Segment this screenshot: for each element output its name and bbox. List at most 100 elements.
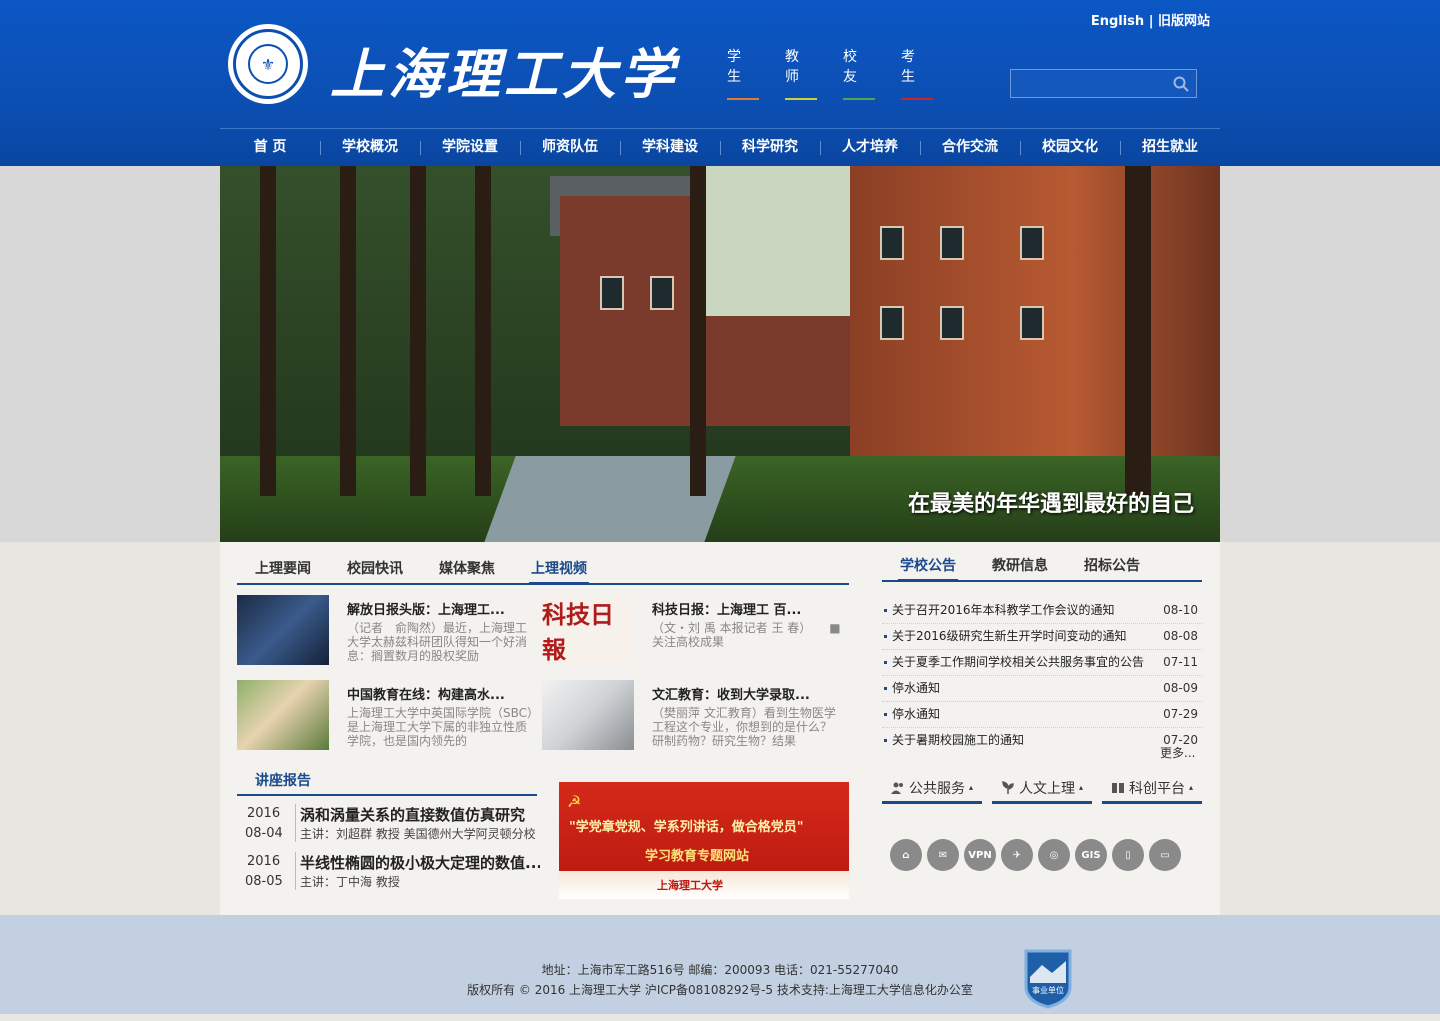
bullet-icon xyxy=(884,687,887,690)
bird-icon[interactable]: ✈ xyxy=(1001,839,1033,871)
notice-title[interactable]: 关于夏季工作期间学校相关公共服务事宜的公告 xyxy=(892,650,1144,675)
university-seal-logo[interactable]: ⚜ xyxy=(228,24,308,104)
phone-icon[interactable]: ▯ xyxy=(1112,839,1144,871)
news-card[interactable]: 科技日報 科技日报：上海理工 百... （文・刘 禹 本报记者 王 春） ■关注… xyxy=(542,595,842,669)
mail-icon[interactable]: ✉ xyxy=(927,839,959,871)
notice-item[interactable]: 关于夏季工作期间学校相关公共服务事宜的公告 07-11 xyxy=(882,650,1202,676)
news-card[interactable]: 中国教育在线：构建高水... 上海理工大学中英国际学院（SBC）是上海理工大学下… xyxy=(237,680,537,754)
gis-icon[interactable]: GIS xyxy=(1075,839,1107,871)
banner-window xyxy=(600,276,624,310)
nav-item-schools[interactable]: 学院设置 xyxy=(420,129,520,166)
audience-underline xyxy=(901,98,933,100)
banner-caption: 在最美的年华遇到最好的自己 xyxy=(907,492,1194,517)
tab-campus-news[interactable]: 校园快讯 xyxy=(329,557,421,583)
nav-item-faculty[interactable]: 师资队伍 xyxy=(520,129,620,166)
top-link-separator: | xyxy=(1144,14,1158,29)
notice-date: 08-08 xyxy=(1163,629,1198,643)
lecture-year: 2016 xyxy=(247,854,281,869)
news-thumbnail[interactable] xyxy=(542,680,634,750)
campus-banner-image[interactable]: 在最美的年华遇到最好的自己 xyxy=(220,166,1220,542)
old-site-link[interactable]: 旧版网站 xyxy=(1158,14,1210,29)
audience-links: 学生 教师 校友 考生 xyxy=(727,46,933,100)
news-thumbnail[interactable] xyxy=(237,595,329,665)
lecture-item[interactable]: 2016 08-05 半线性椭圆的极小极大定理的数值... 主讲：丁中海 教授 xyxy=(237,844,540,892)
quick-access-icons: ⌂ ✉ VPN ✈ ◎ GIS ▯ ▭ xyxy=(890,839,1181,871)
news-card[interactable]: 解放日报头版：上海理工... （记者 俞陶然）最近，上海理工大学太赫兹科研团队得… xyxy=(237,595,537,669)
notice-title[interactable]: 关于2016级研究生新生开学时间变动的通知 xyxy=(892,624,1127,649)
nav-item-home[interactable]: 首 页 xyxy=(220,129,320,166)
notice-item[interactable]: 关于2016级研究生新生开学时间变动的通知 08-08 xyxy=(882,624,1202,650)
news-tabs: 上理要闻 校园快讯 媒体聚焦 上理视频 xyxy=(237,557,849,585)
nav-item-admissions[interactable]: 招生就业 xyxy=(1120,129,1220,166)
news-summary: （文・刘 禹 本报记者 王 春） ■关注高校成果 xyxy=(652,621,841,649)
nav-item-cooperation[interactable]: 合作交流 xyxy=(920,129,1020,166)
tab-school-notices[interactable]: 学校公告 xyxy=(882,554,974,582)
english-link[interactable]: English xyxy=(1091,14,1144,29)
monitor-icon[interactable]: ▭ xyxy=(1149,839,1181,871)
lectures-section: 讲座报告 2016 08-04 涡和涡量关系的直接数值仿真研究 主讲：刘超群 教… xyxy=(237,770,540,892)
people-icon xyxy=(890,782,903,794)
caret-up-icon: ▴ xyxy=(1078,783,1083,792)
nav-item-culture[interactable]: 校园文化 xyxy=(1020,129,1120,166)
notice-item[interactable]: 停水通知 08-09 xyxy=(882,676,1202,702)
lectures-heading[interactable]: 讲座报告 xyxy=(237,770,537,796)
notice-title[interactable]: 停水通知 xyxy=(892,702,940,727)
news-title[interactable]: 文汇教育：收到大学录取... xyxy=(652,684,842,703)
search-icon[interactable] xyxy=(1172,75,1190,93)
bullet-icon xyxy=(884,739,887,742)
notice-title[interactable]: 停水通知 xyxy=(892,676,940,701)
university-name-logo[interactable]: 上海理工大学 xyxy=(330,30,678,109)
news-title[interactable]: 中国教育在线：构建高水... xyxy=(347,684,537,703)
nav-item-education[interactable]: 人才培养 xyxy=(820,129,920,166)
tab-video[interactable]: 上理视频 xyxy=(513,557,605,585)
site-footer: 地址：上海市军工路516号 邮编：200093 电话：021-55277040 … xyxy=(0,915,1440,1021)
newspaper-logo-thumbnail[interactable]: 科技日報 xyxy=(542,595,634,665)
humanities-dropdown[interactable]: 人文上理 ▴ xyxy=(992,774,1092,804)
tab-news-main[interactable]: 上理要闻 xyxy=(237,557,329,583)
vpn-icon[interactable]: VPN xyxy=(964,839,996,871)
audience-link-teacher[interactable]: 教师 xyxy=(785,46,817,100)
lecture-title[interactable]: 涡和涡量关系的直接数值仿真研究 xyxy=(300,804,540,825)
banner-tree xyxy=(410,166,426,496)
bullet-icon xyxy=(884,609,887,612)
audience-link-student[interactable]: 学生 xyxy=(727,46,759,100)
news-title[interactable]: 科技日报：上海理工 百... xyxy=(652,599,842,618)
audience-link-alumni[interactable]: 校友 xyxy=(843,46,875,100)
news-title[interactable]: 解放日报头版：上海理工... xyxy=(347,599,537,618)
lecture-item[interactable]: 2016 08-04 涡和涡量关系的直接数值仿真研究 主讲：刘超群 教授 美国德… xyxy=(237,796,537,844)
home-icon[interactable]: ⌂ xyxy=(890,839,922,871)
badge-label: 事业单位 xyxy=(1032,985,1064,995)
party-study-promo-banner[interactable]: ☭ "学党章党规、学系列讲话，做合格党员" 学习教育专题网站 上海理工大学 xyxy=(559,782,849,899)
audience-link-applicant[interactable]: 考生 xyxy=(901,46,933,100)
public-services-dropdown[interactable]: 公共服务 ▴ xyxy=(882,774,982,804)
weibo-icon[interactable]: ◎ xyxy=(1038,839,1070,871)
news-card[interactable]: 文汇教育：收到大学录取... （樊丽萍 文汇教育）看到生物医学工程这个专业，你想… xyxy=(542,680,842,754)
notice-item[interactable]: 关于召开2016年本科教学工作会议的通知 08-10 xyxy=(882,598,1202,624)
news-thumbnail[interactable] xyxy=(237,680,329,750)
tab-tender-notices[interactable]: 招标公告 xyxy=(1066,554,1158,580)
seal-core: ⚜ xyxy=(248,44,288,84)
notice-title[interactable]: 关于暑期校园施工的通知 xyxy=(892,728,1024,753)
audience-label: 教师 xyxy=(785,49,802,85)
tab-research-info[interactable]: 教研信息 xyxy=(974,554,1066,580)
party-emblem-icon: ☭ xyxy=(567,792,582,811)
nav-item-disciplines[interactable]: 学科建设 xyxy=(620,129,720,166)
innovation-platform-dropdown[interactable]: 科创平台 ▴ xyxy=(1102,774,1202,804)
content-area: 上理要闻 校园快讯 媒体聚焦 上理视频 解放日报头版：上海理工... （记者 俞… xyxy=(220,542,1220,915)
search-box[interactable] xyxy=(1010,69,1197,98)
notice-item[interactable]: 关于暑期校园施工的通知 07-20 xyxy=(882,728,1202,754)
notice-item[interactable]: 停水通知 07-29 xyxy=(882,702,1202,728)
bullet-icon xyxy=(884,713,887,716)
banner-tree xyxy=(340,166,356,496)
header-inner: ⚜ 上海理工大学 English | 旧版网站 学生 教师 校友 考生 首 页 … xyxy=(220,0,1220,166)
nav-item-research[interactable]: 科学研究 xyxy=(720,129,820,166)
lecture-title[interactable]: 半线性椭圆的极小极大定理的数值... xyxy=(300,852,540,873)
nav-item-about[interactable]: 学校概况 xyxy=(320,129,420,166)
tab-media[interactable]: 媒体聚焦 xyxy=(421,557,513,583)
notice-title[interactable]: 关于召开2016年本科教学工作会议的通知 xyxy=(892,598,1115,623)
banner-window xyxy=(880,306,904,340)
public-institution-badge[interactable]: 事业单位 xyxy=(1022,947,1074,1009)
banner-window xyxy=(880,226,904,260)
lecture-speaker: 主讲：刘超群 教授 美国德州大学阿灵顿分校 xyxy=(300,827,536,841)
more-notices-link[interactable]: 更多... xyxy=(1160,744,1195,761)
